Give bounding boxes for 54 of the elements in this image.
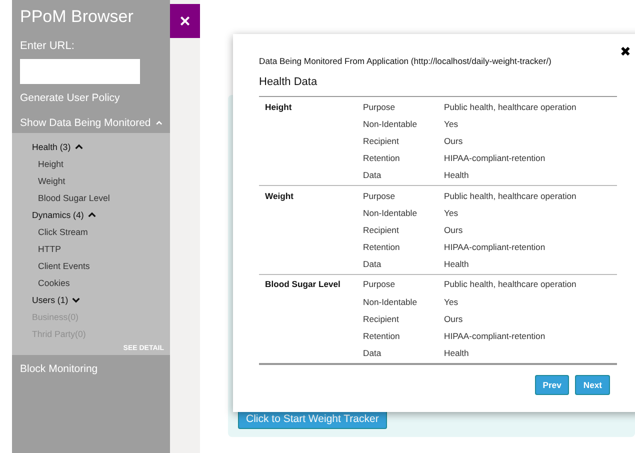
url-field[interactable] <box>20 59 140 84</box>
field-label: Recipient <box>363 314 399 324</box>
field-value: Ours <box>444 314 463 324</box>
section-heading: Health Data <box>259 75 318 90</box>
sidebar-title: PPoM Browser <box>19 6 134 27</box>
field-value: HIPAA-compliant-retention <box>444 153 546 164</box>
url-label: Enter URL: <box>19 39 76 52</box>
field-value: Health <box>444 348 469 358</box>
item-name: Blood Sugar Level <box>265 279 340 290</box>
field-label: Retention <box>363 242 400 252</box>
close-button[interactable]: × <box>170 4 200 38</box>
item-name: Height <box>265 102 292 112</box>
field-value: Ours <box>444 224 463 235</box>
field-value: HIPAA-compliant-retention <box>444 331 546 342</box>
field-value: Public health, healthcare operation <box>444 190 576 201</box>
field-label: Non-Identable <box>363 118 417 129</box>
data-item[interactable]: HTTP <box>12 240 170 257</box>
field-label: Recipient <box>363 136 399 146</box>
field-label: Data <box>363 170 382 180</box>
category-item[interactable]: Users (1) <box>12 291 170 308</box>
field-label: Data <box>363 348 382 358</box>
field-label: Non-Identable <box>363 296 417 307</box>
field-value: Public health, healthcare operation <box>444 102 576 112</box>
chevron-icon <box>74 144 83 150</box>
field-value: Health <box>444 170 469 180</box>
field-label: Data <box>363 259 382 270</box>
category-item[interactable]: Health (3) <box>12 138 170 155</box>
field-value: HIPAA-compliant-retention <box>444 242 546 252</box>
field-label: Recipient <box>363 224 399 235</box>
field-label: Retention <box>363 153 400 164</box>
field-label: Purpose <box>363 190 396 201</box>
data-item[interactable]: Client Events <box>12 257 170 274</box>
chevron-icon <box>88 212 96 218</box>
field-value: Health <box>444 259 469 270</box>
item-name: Weight <box>265 190 294 201</box>
data-item[interactable]: Click Stream <box>12 223 170 240</box>
field-label: Purpose <box>363 102 396 112</box>
data-item[interactable]: Height <box>12 155 170 172</box>
data-item[interactable]: Cookies <box>12 274 170 291</box>
modal-title: Data Being Monitored From Application (http://localhost/daily-weight-tracker/) <box>259 55 552 66</box>
close-button[interactable]: ✖ <box>620 44 631 59</box>
field-value: Public health, healthcare operation <box>444 279 576 290</box>
field-label: Retention <box>363 331 400 342</box>
chevron-icon <box>156 120 162 126</box>
category-item[interactable]: Dynamics (4) <box>12 206 170 223</box>
chevron-icon <box>72 296 80 302</box>
field-value: Yes <box>444 208 458 218</box>
data-item[interactable]: Weight <box>12 172 170 189</box>
field-value: Yes <box>444 118 458 129</box>
field-label: Purpose <box>363 279 396 290</box>
field-value: Yes <box>444 296 458 307</box>
field-label: Non-Identable <box>363 208 417 218</box>
data-item[interactable]: Blood Sugar Level <box>12 189 170 206</box>
field-value: Ours <box>444 136 463 146</box>
